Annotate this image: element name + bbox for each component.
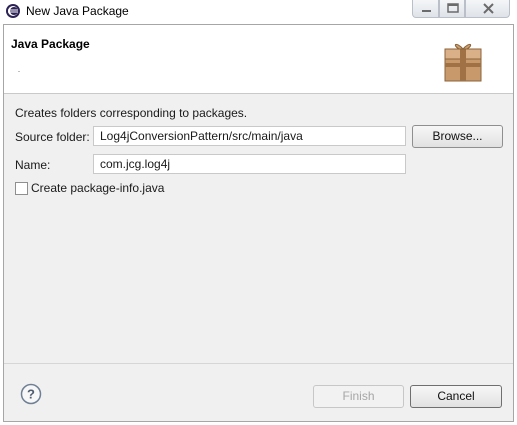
title-bar: New Java Package (0, 0, 517, 24)
maximize-button[interactable] (439, 0, 465, 18)
dialog-frame: Java Package Creates folders correspondi… (3, 24, 514, 422)
wizard-header: Java Package (4, 25, 513, 94)
package-icon (444, 43, 482, 82)
help-icon[interactable]: ? (20, 383, 42, 405)
wizard-title: Java Package (11, 37, 90, 51)
finish-button[interactable]: Finish (313, 385, 404, 408)
footer-divider (4, 363, 513, 364)
wizard-description: Creates folders corresponding to package… (15, 106, 248, 120)
header-message (18, 71, 20, 72)
minimize-icon (422, 10, 431, 12)
package-info-label[interactable]: Create package-info.java (31, 181, 164, 195)
svg-text:?: ? (27, 387, 35, 402)
close-icon (483, 3, 494, 14)
browse-button[interactable]: Browse... (412, 125, 503, 148)
eclipse-icon (6, 4, 20, 18)
close-button[interactable] (465, 0, 510, 18)
window-title: New Java Package (26, 4, 129, 18)
package-info-checkbox[interactable] (15, 182, 28, 195)
source-folder-label: Source folder: (15, 130, 90, 144)
minimize-button[interactable] (412, 0, 439, 18)
name-label: Name: (15, 158, 51, 172)
package-name-input[interactable] (93, 154, 406, 174)
cancel-button[interactable]: Cancel (410, 385, 502, 408)
maximize-icon (447, 3, 459, 13)
source-folder-input[interactable] (93, 126, 406, 146)
